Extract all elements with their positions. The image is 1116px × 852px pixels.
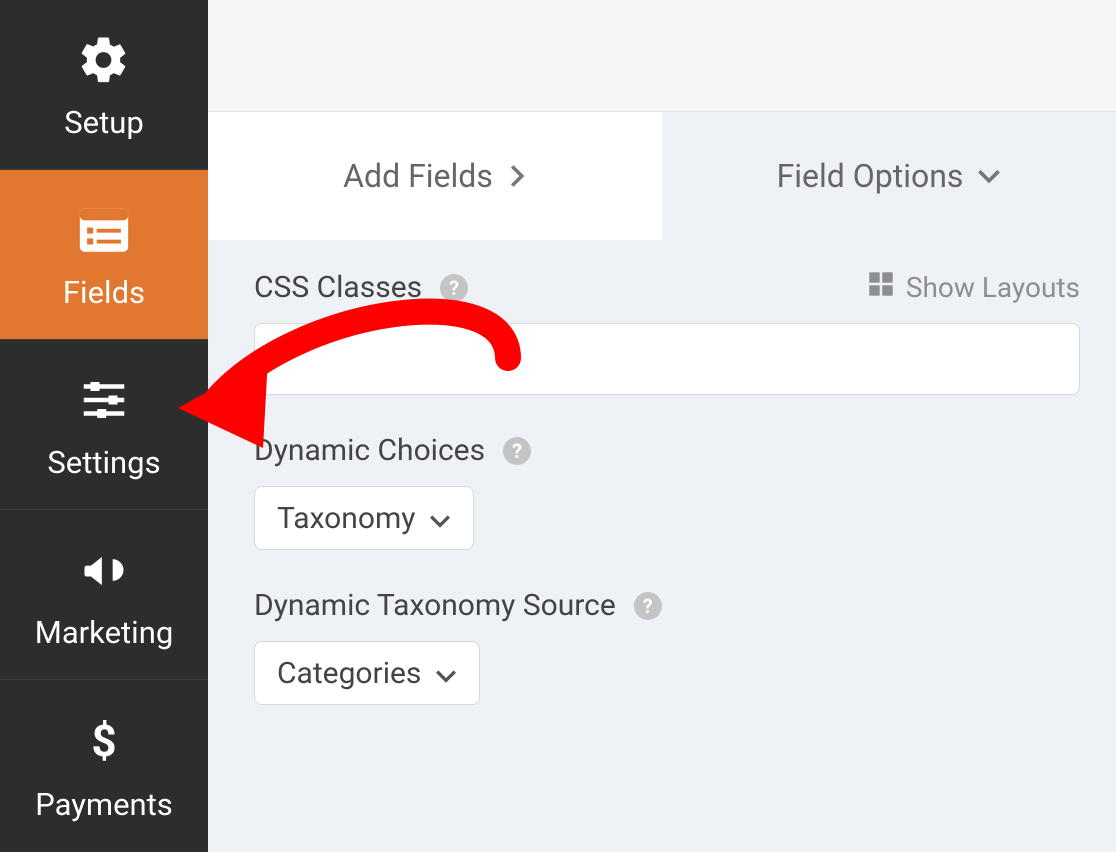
sidebar-item-payments[interactable]: $ Payments xyxy=(0,680,208,852)
tab-add-fields[interactable]: Add Fields xyxy=(208,112,662,240)
css-classes-input[interactable] xyxy=(254,323,1080,395)
dynamic-taxonomy-source-row: Dynamic Taxonomy Source ? Categories xyxy=(254,588,1080,705)
tab-label: Add Fields xyxy=(343,157,493,195)
dollar-icon: $ xyxy=(72,710,136,774)
sidebar-item-settings[interactable]: Settings xyxy=(0,340,208,510)
sidebar-item-label: Setup xyxy=(64,104,143,141)
chevron-down-icon xyxy=(977,168,1001,184)
sliders-icon xyxy=(72,368,136,432)
css-classes-row: CSS Classes ? Show Layouts xyxy=(254,270,1080,395)
dynamic-choices-row: Dynamic Choices ? Taxonomy xyxy=(254,433,1080,550)
sidebar: Setup Fields Settings Marketing $ Paymen… xyxy=(0,0,208,852)
select-value: Taxonomy xyxy=(277,501,415,536)
show-layouts-button[interactable]: Show Layouts xyxy=(868,271,1080,304)
tab-bar: Add Fields Field Options xyxy=(208,112,1116,240)
sidebar-item-label: Marketing xyxy=(35,614,174,651)
sidebar-item-label: Settings xyxy=(47,444,160,481)
show-layouts-label: Show Layouts xyxy=(906,271,1080,304)
sidebar-item-label: Fields xyxy=(63,274,145,311)
select-value: Categories xyxy=(277,656,421,691)
top-bar xyxy=(208,0,1116,112)
dynamic-taxonomy-source-label: Dynamic Taxonomy Source xyxy=(254,588,616,623)
dynamic-choices-label: Dynamic Choices xyxy=(254,433,485,468)
svg-text:$: $ xyxy=(91,718,116,766)
chevron-down-icon xyxy=(435,656,457,691)
tab-field-options[interactable]: Field Options xyxy=(662,112,1116,240)
sidebar-item-marketing[interactable]: Marketing xyxy=(0,510,208,680)
dynamic-taxonomy-source-select[interactable]: Categories xyxy=(254,641,480,705)
grid-icon xyxy=(868,271,894,304)
sidebar-item-label: Payments xyxy=(35,786,173,823)
help-icon[interactable]: ? xyxy=(440,274,468,302)
bullhorn-icon xyxy=(72,538,136,602)
chevron-down-icon xyxy=(429,501,451,536)
dynamic-choices-select[interactable]: Taxonomy xyxy=(254,486,474,550)
main-area: Add Fields Field Options CSS Classes ? xyxy=(208,0,1116,852)
help-icon[interactable]: ? xyxy=(634,592,662,620)
sidebar-item-fields[interactable]: Fields xyxy=(0,170,208,340)
chevron-right-icon xyxy=(507,164,527,188)
list-icon xyxy=(72,198,136,262)
gear-icon xyxy=(72,28,136,92)
sidebar-item-setup[interactable]: Setup xyxy=(0,0,208,170)
help-icon[interactable]: ? xyxy=(503,437,531,465)
css-classes-label: CSS Classes xyxy=(254,270,422,305)
field-options-panel: CSS Classes ? Show Layouts Dynamic Choic… xyxy=(208,240,1116,852)
tab-label: Field Options xyxy=(777,157,964,195)
